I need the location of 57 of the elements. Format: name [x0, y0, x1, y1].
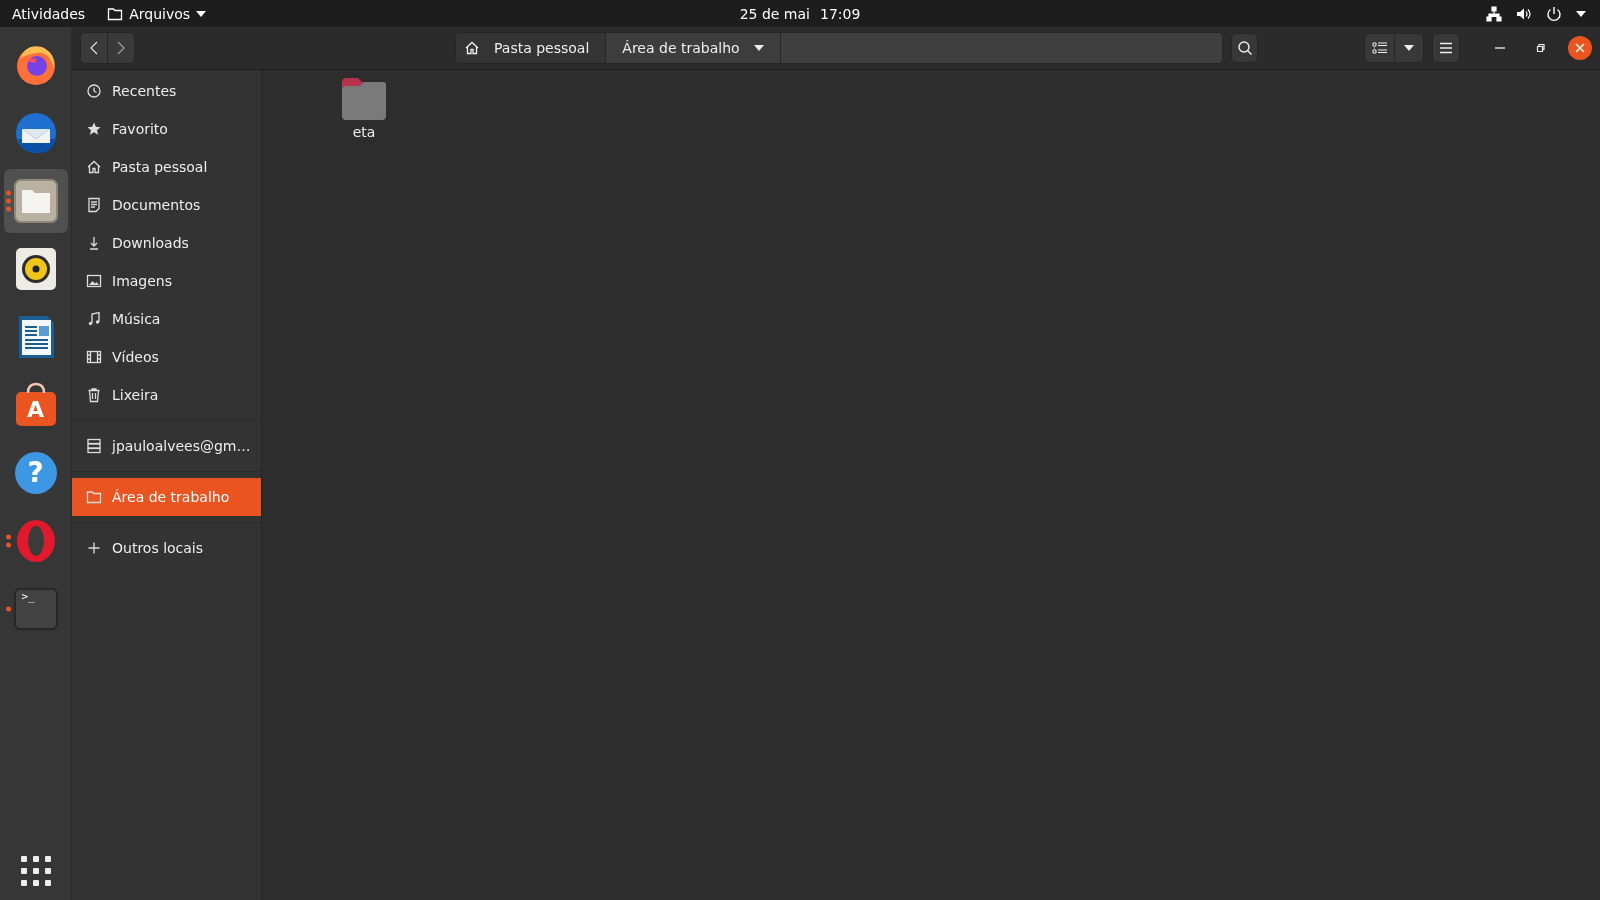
clock-icon: [86, 83, 102, 99]
icon-glyph-text: ?: [27, 459, 44, 487]
caret-icon: [196, 10, 207, 17]
sidebar-item[interactable]: Documentos: [72, 186, 261, 224]
dock-item[interactable]: [3, 169, 68, 233]
prompt-text: >_: [21, 591, 35, 602]
sidebar-item[interactable]: Pasta pessoal: [72, 148, 261, 186]
folder-icon: [107, 5, 124, 22]
time-text: 17:09: [820, 5, 861, 22]
film-icon: [86, 349, 102, 365]
dock-item[interactable]: A: [3, 373, 68, 437]
search-button[interactable]: [1230, 33, 1259, 63]
star-icon: [86, 121, 102, 137]
menu-button[interactable]: [1432, 33, 1460, 63]
caret-icon[interactable]: [1576, 10, 1586, 17]
app-menu-button[interactable]: Arquivos: [107, 5, 207, 22]
plus-icon: [86, 540, 102, 556]
terminal-app-icon: [11, 585, 60, 633]
chevron-left-icon: [89, 41, 98, 55]
folder-item[interactable]: eta: [328, 76, 400, 140]
folder-icon: [340, 76, 388, 120]
menu-icon: [1439, 42, 1454, 54]
document-icon: [86, 197, 102, 213]
sidebar-item[interactable]: Vídeos: [72, 338, 261, 376]
sidebar-item[interactable]: Outros locais: [72, 529, 261, 567]
view-list-button[interactable]: [1364, 33, 1395, 63]
sidebar-item[interactable]: jpauloalvees@gm…: [72, 427, 261, 465]
activities-button[interactable]: Atividades: [12, 5, 86, 22]
sidebar-item[interactable]: Favorito: [72, 110, 261, 148]
music-note-icon: [86, 311, 102, 327]
dock-item[interactable]: >_: [3, 577, 68, 641]
server-icon: [86, 438, 102, 454]
list-icon: [1371, 41, 1388, 55]
view-options-button[interactable]: [1394, 33, 1425, 63]
icon-glyph-text: A: [27, 399, 44, 421]
network-icon[interactable]: [1486, 5, 1502, 22]
date-text: 25 de mai: [739, 5, 810, 22]
chevron-right-icon: [116, 41, 125, 55]
sidebar-item[interactable]: Lixeira: [72, 376, 261, 414]
minimize-icon: [1495, 47, 1505, 49]
home-icon: [86, 159, 102, 175]
caret-icon: [1404, 45, 1415, 51]
restore-icon: [1535, 43, 1545, 53]
sidebar-item[interactable]: Imagens: [72, 262, 261, 300]
trash-icon: [86, 387, 102, 403]
search-icon: [1236, 40, 1253, 56]
power-icon[interactable]: [1546, 5, 1562, 22]
close-icon: [1575, 43, 1585, 53]
folder-app-icon: [11, 177, 60, 225]
sidebar-item[interactable]: Área de trabalho: [72, 478, 261, 516]
sidebar-item[interactable]: Música: [72, 300, 261, 338]
sidebar-item[interactable]: Recentes: [72, 72, 261, 110]
app-grid-icon[interactable]: [20, 856, 51, 886]
sidebar-item[interactable]: Downloads: [72, 224, 261, 262]
image-icon: [86, 273, 102, 289]
folder-icon: [86, 489, 102, 505]
close-button[interactable]: [1568, 36, 1592, 60]
